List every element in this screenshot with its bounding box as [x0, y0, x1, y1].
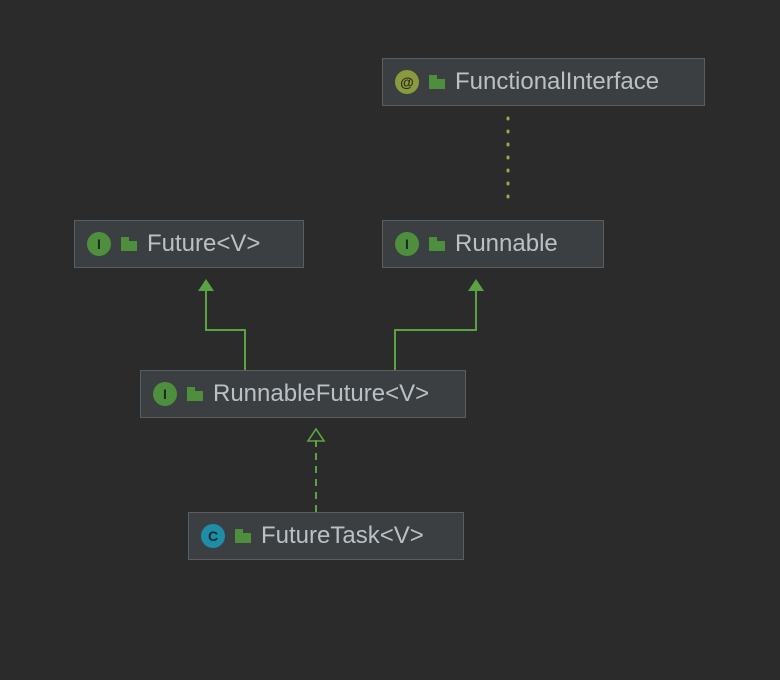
package-icon: [429, 237, 445, 251]
class-icon: [201, 524, 225, 548]
node-functional-interface[interactable]: FunctionalInterface: [382, 58, 705, 106]
edge-runnablefuture-to-runnable: [395, 279, 484, 370]
edge-runnablefuture-to-future: [198, 279, 245, 370]
node-future[interactable]: Future<V>: [74, 220, 304, 268]
node-runnable[interactable]: Runnable: [382, 220, 604, 268]
uml-diagram-canvas: FunctionalInterface Future<V> Runnable R…: [0, 0, 780, 680]
node-label: Future<V>: [147, 230, 260, 258]
interface-icon: [87, 232, 111, 256]
node-label: FunctionalInterface: [455, 68, 659, 96]
interface-icon: [153, 382, 177, 406]
package-icon: [429, 75, 445, 89]
edge-futuretask-to-runnablefuture: [308, 429, 324, 512]
package-icon: [235, 529, 251, 543]
package-icon: [121, 237, 137, 251]
node-label: RunnableFuture<V>: [213, 380, 429, 408]
node-label: FutureTask<V>: [261, 522, 424, 550]
interface-icon: [395, 232, 419, 256]
annotation-icon: [395, 70, 419, 94]
node-label: Runnable: [455, 230, 558, 258]
node-future-task[interactable]: FutureTask<V>: [188, 512, 464, 560]
node-runnable-future[interactable]: RunnableFuture<V>: [140, 370, 466, 418]
package-icon: [187, 387, 203, 401]
